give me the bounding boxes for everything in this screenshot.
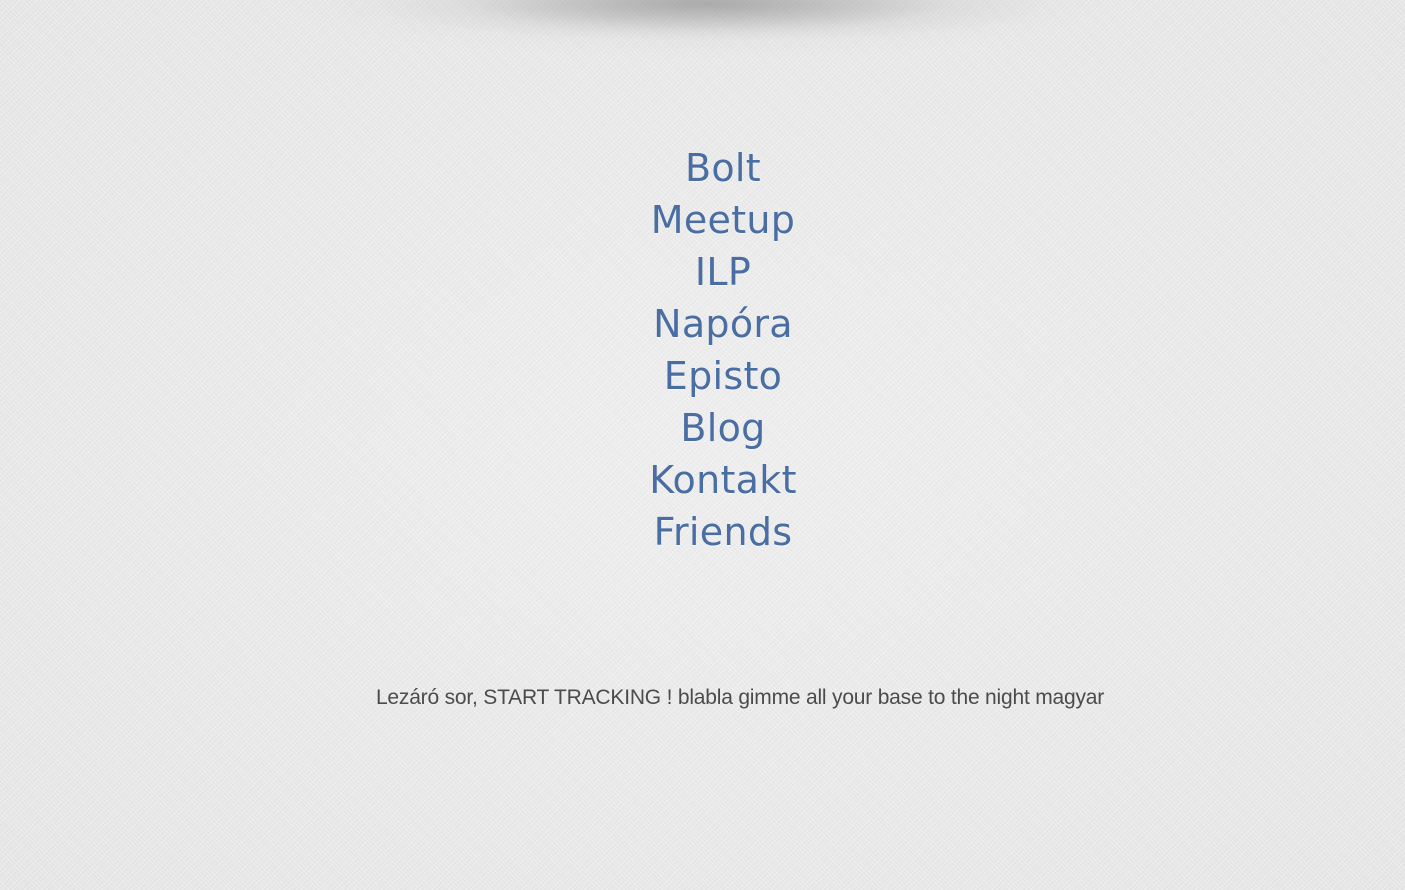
nav-item-meetup: Meetup bbox=[523, 194, 923, 246]
nav-link-kontakt[interactable]: Kontakt bbox=[649, 458, 797, 502]
nav-link-meetup[interactable]: Meetup bbox=[651, 198, 795, 242]
nav-item-napora: Napóra bbox=[523, 298, 923, 350]
nav-link-bolt[interactable]: Bolt bbox=[685, 146, 761, 190]
nav-link-blog[interactable]: Blog bbox=[680, 406, 765, 450]
top-shadow bbox=[380, 0, 1040, 40]
nav-item-friends: Friends bbox=[523, 506, 923, 558]
nav-link-napora[interactable]: Napóra bbox=[653, 302, 793, 346]
nav-link-episto[interactable]: Episto bbox=[664, 354, 782, 398]
nav-link-ilp[interactable]: ILP bbox=[695, 250, 751, 294]
footer-text: Lezáró sor, START TRACKING ! blabla gimm… bbox=[375, 686, 1105, 709]
nav-item-kontakt: Kontakt bbox=[523, 454, 923, 506]
main-nav: Bolt Meetup ILP Napóra Episto Blog Konta… bbox=[523, 142, 923, 558]
nav-item-bolt: Bolt bbox=[523, 142, 923, 194]
nav-item-ilp: ILP bbox=[523, 246, 923, 298]
nav-item-episto: Episto bbox=[523, 350, 923, 402]
nav-link-friends[interactable]: Friends bbox=[654, 510, 793, 554]
nav-item-blog: Blog bbox=[523, 402, 923, 454]
page: Bolt Meetup ILP Napóra Episto Blog Konta… bbox=[0, 0, 1405, 890]
